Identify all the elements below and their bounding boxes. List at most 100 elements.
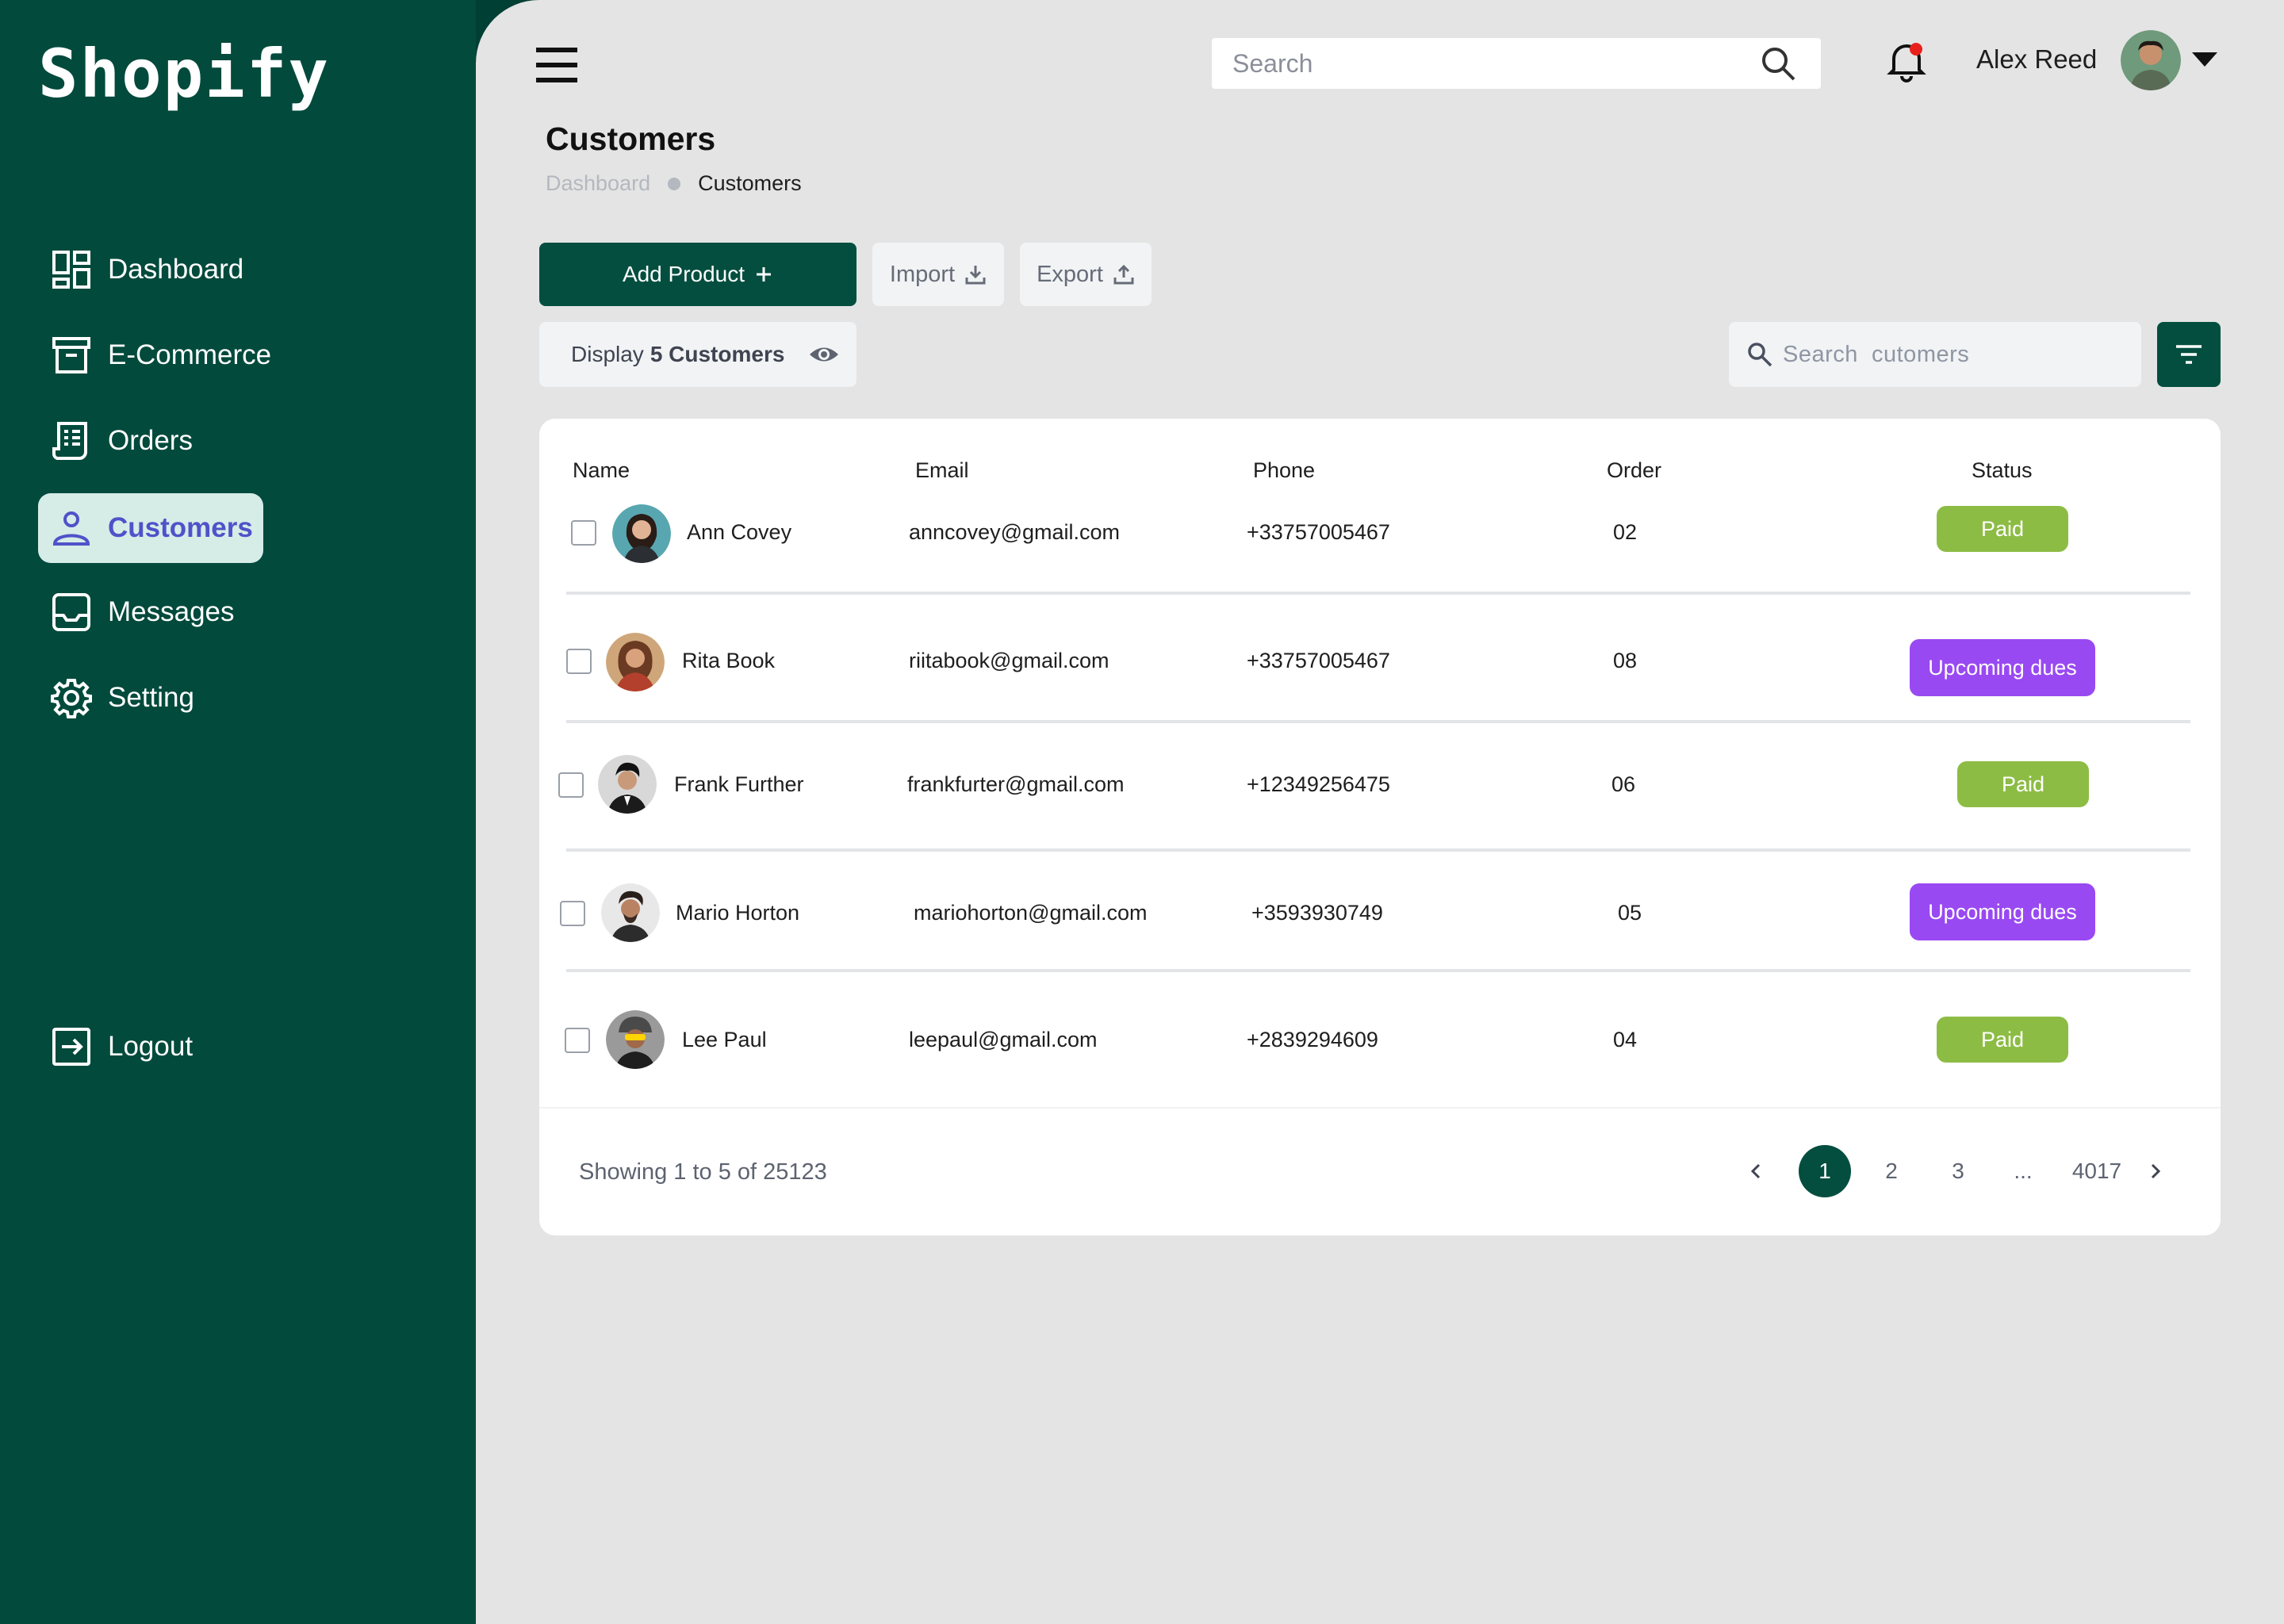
sidebar-item-setting[interactable]: Setting: [38, 663, 213, 733]
avatar: [601, 883, 660, 942]
sidebar-item-label: Dashboard: [108, 254, 244, 285]
sidebar-item-customers[interactable]: Customers: [38, 493, 263, 563]
customer-name: Rita Book: [682, 649, 776, 672]
sidebar-item-label: Customers: [108, 512, 253, 543]
customer-email: mariohorton@gmail.com: [914, 901, 1148, 925]
customer-phone: +33757005467: [1247, 649, 1390, 672]
customer-phone: +33757005467: [1247, 520, 1390, 544]
pagination-prev-button[interactable]: [1730, 1145, 1783, 1197]
export-button[interactable]: Export: [1020, 243, 1152, 306]
export-label: Export: [1037, 261, 1103, 287]
inbox-icon: [51, 592, 92, 633]
customers-table-card: Name Email Phone Order Status Ann Covey …: [539, 419, 2221, 1235]
table-row[interactable]: Frank Further frankfurter@gmail.com +123…: [539, 744, 2221, 823]
eye-icon[interactable]: [809, 341, 839, 368]
global-search-placeholder: Search: [1232, 48, 1313, 78]
search-icon[interactable]: [1759, 44, 1799, 84]
dashboard-icon: [51, 249, 92, 290]
logout-icon: [51, 1026, 92, 1067]
customer-phone: +3593930749: [1251, 901, 1383, 925]
sidebar-item-label: Setting: [108, 682, 194, 713]
notification-bell-icon[interactable]: [1884, 38, 1929, 82]
add-product-label: Add Product: [622, 262, 745, 286]
table-row[interactable]: Rita Book riitabook@gmail.com +337570054…: [539, 622, 2221, 701]
pagination-summary: Showing 1 to 5 of 25123: [579, 1159, 827, 1185]
status-badge: Upcoming dues: [1910, 639, 2095, 696]
download-icon: [965, 266, 986, 285]
search-icon: [1748, 343, 1772, 367]
customer-search-placeholder: Search cutomers: [1783, 341, 1970, 367]
upload-icon: [1113, 264, 1134, 285]
chevron-down-icon[interactable]: [2192, 52, 2217, 68]
row-checkbox[interactable]: [558, 772, 584, 798]
customer-email: frankfurter@gmail.com: [907, 772, 1125, 796]
customer-name: Lee Paul: [682, 1028, 767, 1051]
status-badge: Paid: [1957, 761, 2089, 807]
column-header-status: Status: [1972, 458, 2033, 482]
table-footer-divider: [539, 1107, 2221, 1109]
row-divider: [566, 720, 2190, 723]
table-row[interactable]: Lee Paul leepaul@gmail.com +2839294609 0…: [539, 1001, 2221, 1080]
row-divider: [566, 969, 2190, 972]
add-product-button[interactable]: Add Product: [539, 243, 856, 306]
row-checkbox[interactable]: [566, 649, 592, 674]
user-name[interactable]: Alex Reed: [1976, 44, 2097, 75]
avatar: [606, 633, 665, 691]
pagination-page-1[interactable]: 1: [1799, 1145, 1851, 1197]
filter-button[interactable]: [2157, 322, 2221, 387]
sidebar-item-label: E-Commerce: [108, 339, 272, 370]
table-row[interactable]: Mario Horton mariohorton@gmail.com +3593…: [539, 872, 2221, 952]
receipt-icon: [51, 420, 92, 462]
page-title: Customers: [546, 121, 716, 157]
customer-email: leepaul@gmail.com: [909, 1028, 1098, 1051]
column-header-phone: Phone: [1253, 458, 1316, 482]
breadcrumb: Dashboard Customers: [546, 171, 802, 196]
pagination-next-button[interactable]: [2129, 1145, 2181, 1197]
import-button[interactable]: Import: [872, 243, 1004, 306]
customer-order: 08: [1613, 649, 1638, 672]
customer-search-input[interactable]: Search cutomers: [1729, 322, 2141, 387]
chevron-right-icon: [2151, 1163, 2161, 1179]
pagination-page-3[interactable]: 3: [1932, 1145, 1984, 1197]
brand-logo[interactable]: Shopify: [38, 35, 330, 113]
status-badge: Paid: [1937, 506, 2068, 552]
row-divider: [566, 848, 2190, 852]
status-badge: Paid: [1937, 1017, 2068, 1063]
breadcrumb-dashboard[interactable]: Dashboard: [546, 171, 650, 196]
gear-icon: [51, 677, 92, 718]
column-header-order: Order: [1607, 458, 1662, 482]
main-content: Search Alex Reed Customers Dashboard Cus…: [476, 0, 2284, 1624]
chevron-left-icon: [1750, 1163, 1761, 1179]
sidebar-item-label: Messages: [108, 596, 235, 627]
archive-icon: [51, 335, 92, 376]
customer-order: 06: [1611, 772, 1636, 796]
import-label: Import: [889, 261, 956, 287]
logout-label: Logout: [108, 1031, 194, 1062]
customer-order: 04: [1613, 1028, 1638, 1051]
row-checkbox[interactable]: [571, 520, 596, 546]
breadcrumb-separator: [668, 177, 681, 190]
global-search-input[interactable]: Search: [1212, 38, 1821, 89]
sidebar-item-messages[interactable]: Messages: [38, 577, 254, 647]
row-checkbox[interactable]: [565, 1028, 590, 1053]
sidebar-item-ecommerce[interactable]: E-Commerce: [38, 320, 290, 390]
pagination-page-2[interactable]: 2: [1865, 1145, 1918, 1197]
display-count-toggle[interactable]: Display 5 Customers: [539, 322, 856, 387]
filter-icon: [2176, 345, 2202, 364]
customer-order: 02: [1613, 520, 1638, 544]
user-avatar[interactable]: [2121, 30, 2181, 90]
logout-button[interactable]: Logout: [38, 1012, 212, 1082]
sidebar-item-orders[interactable]: Orders: [38, 406, 212, 476]
customer-phone: +12349256475: [1247, 772, 1390, 796]
menu-toggle-icon[interactable]: [536, 44, 577, 86]
customer-name: Ann Covey: [687, 520, 792, 544]
pagination-page-last[interactable]: 4017: [2064, 1145, 2130, 1197]
row-checkbox[interactable]: [560, 901, 585, 926]
table-row[interactable]: Ann Covey anncovey@gmail.com +3375700546…: [539, 493, 2221, 573]
sidebar-item-dashboard[interactable]: Dashboard: [38, 235, 263, 304]
customer-email: riitabook@gmail.com: [909, 649, 1109, 672]
customer-name: Frank Further: [674, 772, 804, 796]
column-header-name: Name: [573, 458, 630, 482]
plus-icon: [757, 267, 772, 282]
customer-order: 05: [1618, 901, 1642, 925]
